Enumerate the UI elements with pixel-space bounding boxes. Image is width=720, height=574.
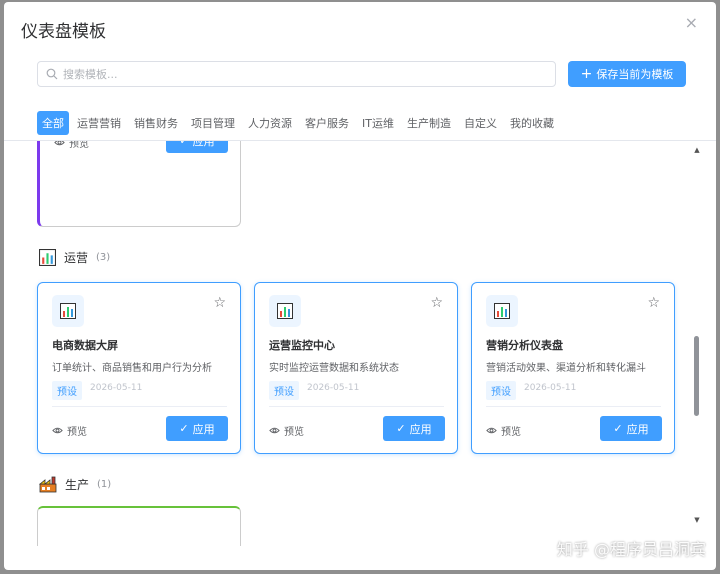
tab-favorites[interactable]: 我的收藏 [505, 111, 559, 135]
card-description: 订单统计、商品销售和用户行为分析 [52, 363, 212, 374]
search-box[interactable] [37, 61, 556, 87]
tab-project-management[interactable]: 项目管理 [186, 111, 240, 135]
preset-badge: 预设 [486, 381, 516, 400]
card-title: 营销分析仪表盘 [486, 339, 563, 352]
apply-button[interactable]: ✓ 应用 [166, 141, 228, 153]
template-card[interactable]: 预设 2026-05-11 预览 ✓ 应用 [37, 141, 241, 227]
card-icon-wrap [52, 295, 84, 327]
card-date: 2026-05-11 [524, 383, 577, 393]
search-input[interactable] [63, 67, 543, 81]
apply-label: 应用 [626, 422, 649, 436]
scrollbar[interactable]: ▲ ▼ [692, 146, 702, 524]
template-card[interactable]: ☆ 营销分析仪表盘 营销活动效果、渠道分析和转化漏斗 预设 2026-05-11… [471, 282, 675, 454]
bar-chart-icon [277, 303, 293, 319]
apply-button[interactable]: ✓ 应用 [383, 416, 445, 441]
card-divider [269, 406, 444, 407]
factory-icon [39, 476, 57, 493]
preview-button[interactable]: 预览 [269, 423, 304, 438]
tab-ops-marketing[interactable]: 运营营销 [72, 111, 126, 135]
section-count: (3) [96, 252, 111, 263]
tab-custom[interactable]: 自定义 [459, 111, 502, 135]
section-name: 运营 [64, 251, 89, 265]
card-divider [486, 406, 661, 407]
category-tabs: 全部 运营营销 销售财务 项目管理 人力资源 客户服务 IT运维 生产制造 自定… [37, 111, 559, 135]
card-title: 运营监控中心 [269, 339, 335, 352]
tab-all[interactable]: 全部 [37, 111, 69, 135]
preview-button[interactable]: 预览 [486, 423, 521, 438]
preview-label: 预览 [501, 427, 521, 438]
preview-button[interactable]: 预览 [54, 141, 89, 150]
preview-label: 预览 [284, 427, 304, 438]
section-name: 生产 [65, 477, 90, 492]
template-card[interactable]: ☆ 运营监控中心 实时监控运营数据和系统状态 预设 2026-05-11 预览 … [254, 282, 458, 454]
card-description: 实时监控运营数据和系统状态 [269, 363, 399, 374]
check-icon: ✓ [179, 422, 189, 435]
template-card[interactable]: ☆ 电商数据大屏 订单统计、商品销售和用户行为分析 预设 2026-05-11 … [37, 282, 241, 454]
eye-icon [486, 427, 497, 434]
apply-label: 应用 [192, 422, 215, 436]
card-icon-wrap [269, 295, 301, 327]
plus-icon: + [580, 66, 593, 82]
section-header-production: 生产 (1) [39, 475, 111, 493]
card-divider [52, 406, 227, 407]
preview-label: 预览 [69, 141, 89, 150]
bar-chart-icon [39, 249, 56, 266]
tab-sales-finance[interactable]: 销售财务 [129, 111, 183, 135]
eye-icon [52, 427, 63, 434]
preset-badge: 预设 [269, 381, 299, 400]
preset-badge: 预设 [52, 381, 82, 400]
search-icon [46, 68, 58, 80]
card-date: 2026-05-11 [307, 383, 360, 393]
card-date: 2026-05-11 [90, 383, 143, 393]
tab-it-ops[interactable]: IT运维 [357, 111, 399, 135]
card-title: 电商数据大屏 [52, 339, 118, 352]
section-count: (1) [97, 478, 112, 490]
favorite-star-icon[interactable]: ☆ [213, 296, 226, 310]
close-icon[interactable]: × [685, 15, 698, 31]
tab-customer-service[interactable]: 客户服务 [300, 111, 354, 135]
preview-label: 预览 [67, 427, 87, 438]
scroll-down-arrow-icon[interactable]: ▼ [692, 516, 702, 524]
scroll-thumb[interactable] [694, 336, 699, 416]
save-as-template-button[interactable]: + 保存当前为模板 [568, 61, 686, 87]
save-button-label: 保存当前为模板 [596, 68, 674, 81]
preview-button[interactable]: 预览 [52, 423, 87, 438]
template-dialog: 仪表盘模板 × + 保存当前为模板 全部 运营营销 销售财务 项目管理 人力资源… [4, 2, 716, 570]
bar-chart-icon [494, 303, 510, 319]
apply-label: 应用 [409, 422, 432, 436]
tab-manufacturing[interactable]: 生产制造 [402, 111, 456, 135]
scroll-up-arrow-icon[interactable]: ▲ [692, 146, 702, 154]
card-description: 营销活动效果、渠道分析和转化漏斗 [486, 363, 646, 374]
eye-icon [269, 427, 280, 434]
check-icon: ✓ [179, 141, 188, 147]
apply-button[interactable]: ✓ 应用 [600, 416, 662, 441]
favorite-star-icon[interactable]: ☆ [430, 296, 443, 310]
watermark: 知乎 @程序员吕洞宾 [556, 540, 706, 559]
check-icon: ✓ [396, 422, 406, 435]
favorite-star-icon[interactable]: ☆ [647, 296, 660, 310]
template-list: 预设 2026-05-11 预览 ✓ 应用 运营 (3) ☆ 电商数据大屏 [4, 141, 716, 570]
bar-chart-icon [60, 303, 76, 319]
apply-button[interactable]: ✓ 应用 [166, 416, 228, 441]
eye-icon [54, 141, 65, 146]
apply-label: 应用 [192, 141, 215, 148]
dialog-title: 仪表盘模板 [21, 22, 106, 42]
check-icon: ✓ [613, 422, 623, 435]
card-icon-wrap [486, 295, 518, 327]
template-card[interactable] [37, 506, 241, 546]
section-header-ops: 运营 (3) [39, 249, 110, 266]
tab-hr[interactable]: 人力资源 [243, 111, 297, 135]
